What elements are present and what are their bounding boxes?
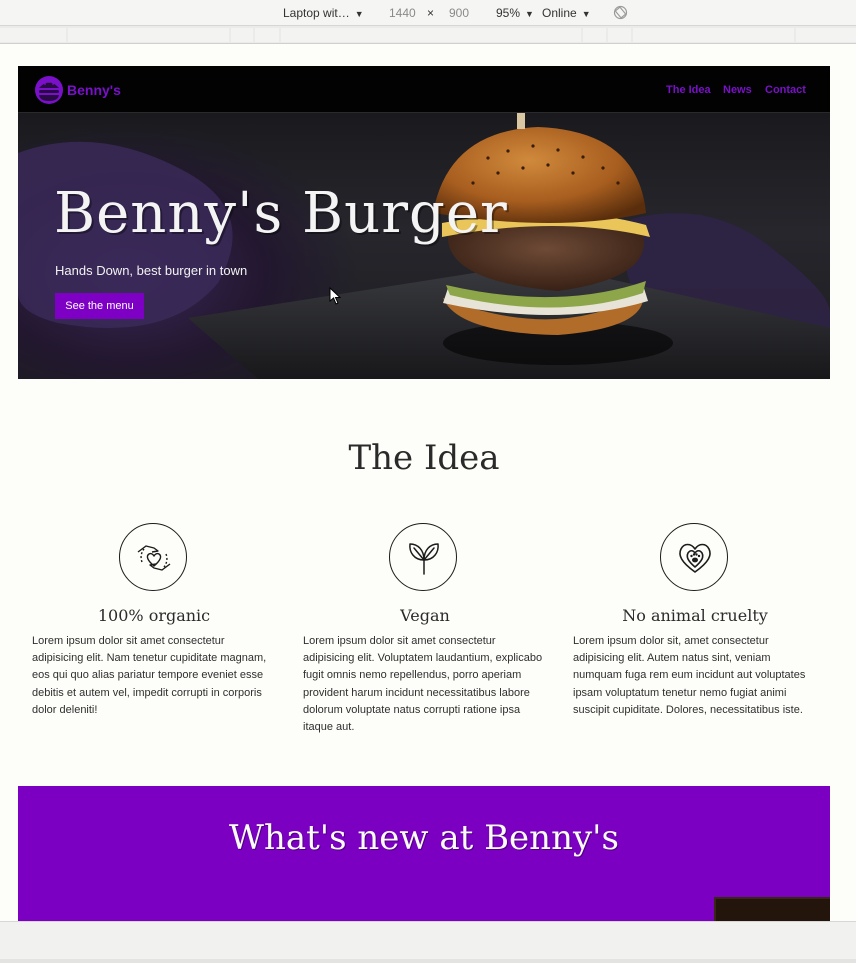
hero-burger-image <box>18 113 830 379</box>
nav-link-contact[interactable]: Contact <box>765 84 806 96</box>
feature-text: Lorem ipsum dolor sit, amet consectetur … <box>573 635 806 716</box>
devtools-canvas <box>0 44 856 66</box>
media-query-segment[interactable] <box>0 28 66 42</box>
mouse-cursor-icon <box>329 287 341 305</box>
navbar: Benny's The Idea News Contact <box>18 66 830 113</box>
devtools-bottom-bar <box>0 921 856 963</box>
device-select[interactable]: Laptop wit… ▼ <box>283 6 364 20</box>
feature-icon-circle <box>119 523 187 591</box>
feature-text: Lorem ipsum dolor sit amet consectetur a… <box>303 635 543 734</box>
network-throttle-select[interactable]: Online ▼ <box>542 6 591 20</box>
hero-section: Benny's Burger Hands Down, best burger i… <box>18 113 830 379</box>
chevron-down-icon: ▼ <box>354 9 364 19</box>
media-query-bar[interactable] <box>0 26 856 44</box>
chevron-down-icon: ▼ <box>525 9 534 19</box>
device-select-label: Laptop wit… <box>283 6 350 20</box>
scrollbar-track[interactable] <box>0 959 856 963</box>
news-section: What's new at Benny's <box>18 786 830 921</box>
zoom-select[interactable]: 95% ▼ <box>496 6 534 20</box>
feature-title: Vegan <box>400 606 450 625</box>
dimension-separator: × <box>427 6 435 20</box>
feature-title: No animal cruelty <box>622 606 768 625</box>
heart-paw-icon <box>679 543 711 573</box>
news-card-image[interactable] <box>714 897 830 921</box>
media-query-segment[interactable] <box>583 28 606 42</box>
hands-heart-icon <box>137 545 171 571</box>
network-throttle-label: Online <box>542 6 577 20</box>
feature-title: 100% organic <box>97 606 211 625</box>
media-query-segment[interactable] <box>633 28 794 42</box>
brand-name[interactable]: Benny's <box>67 82 121 98</box>
media-query-segment[interactable] <box>68 28 229 42</box>
media-query-segment[interactable] <box>281 28 581 42</box>
viewport-width-field[interactable]: 1440 <box>389 6 416 20</box>
feature-icon-circle <box>660 523 728 591</box>
nav-link-the-idea[interactable]: The Idea <box>666 84 711 96</box>
media-query-segment[interactable] <box>608 28 631 42</box>
device-toolbar: Laptop wit… ▼ 1440 × 900 95% ▼ Online ▼ <box>0 0 856 26</box>
nav-link-news[interactable]: News <box>723 84 752 96</box>
feature-text: Lorem ipsum dolor sit amet consectetur a… <box>32 635 267 716</box>
section-title-the-idea: The Idea <box>348 438 500 478</box>
media-query-segment[interactable] <box>796 28 856 42</box>
burger-logo-icon[interactable] <box>34 75 64 105</box>
leaf-sprout-icon <box>409 543 439 575</box>
see-menu-button[interactable]: See the menu <box>55 293 144 319</box>
media-query-segment[interactable] <box>231 28 253 42</box>
hero-subtitle: Hands Down, best burger in town <box>55 263 248 278</box>
zoom-select-label: 95% <box>496 6 521 20</box>
media-query-segment[interactable] <box>255 28 279 42</box>
page-viewport: Benny's The Idea News Contact Benny's Bu… <box>18 66 830 921</box>
hero-title: Benny's Burger <box>54 181 508 246</box>
feature-icon-circle <box>389 523 457 591</box>
section-title-news: What's new at Benny's <box>229 818 619 858</box>
viewport-height-field[interactable]: 900 <box>449 6 469 20</box>
rotate-icon[interactable] <box>613 5 628 20</box>
chevron-down-icon: ▼ <box>581 9 591 19</box>
